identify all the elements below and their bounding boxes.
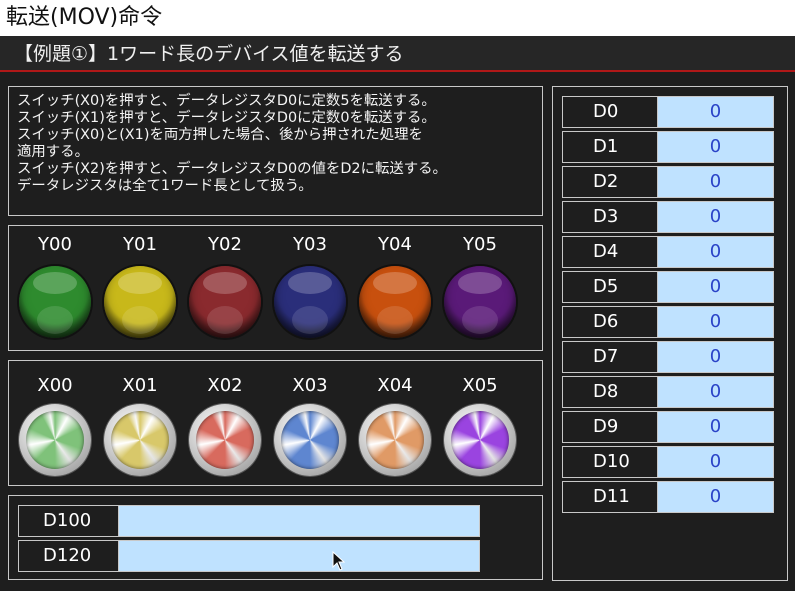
register-name: D0: [563, 97, 658, 127]
switch-x03-label-cell: X03: [272, 375, 348, 397]
example-title: 【例題①】1ワード長のデバイス値を転送する: [0, 36, 795, 72]
device-row-d100: D100: [18, 505, 480, 537]
register-name: D6: [563, 307, 658, 337]
lamp-y05: Y05: [442, 234, 518, 256]
register-name: D2: [563, 167, 658, 197]
switch-x05-button[interactable]: [444, 404, 516, 476]
register-name: D10: [563, 447, 658, 477]
switch-label: X03: [292, 375, 328, 396]
switch-face-icon: [281, 411, 339, 469]
lamp-label: Y00: [38, 234, 72, 255]
lamp-orange-icon: [359, 266, 431, 338]
device-value: [119, 506, 479, 536]
register-name: D5: [563, 272, 658, 302]
switch-x03-button[interactable]: [274, 404, 346, 476]
register-value: 0: [658, 237, 773, 267]
window-title: 転送(MOV)命令: [0, 0, 795, 36]
lamp-label: Y03: [293, 234, 327, 255]
lamp-label: Y05: [463, 234, 497, 255]
register-value: 0: [658, 167, 773, 197]
switch-x00-button[interactable]: [19, 404, 91, 476]
switch-x05-label-cell: X05: [442, 375, 518, 397]
register-name: D3: [563, 202, 658, 232]
switch-x01-label-cell: X01: [102, 375, 178, 397]
switch-label: X01: [122, 375, 158, 396]
lamp-green-icon: [19, 266, 91, 338]
lamp-label: Y04: [378, 234, 412, 255]
switch-label: X05: [462, 375, 498, 396]
description-line: スイッチ(X0)と(X1)を両方押した場合、後から押された処理を: [17, 127, 423, 143]
switch-x04-button[interactable]: [359, 404, 431, 476]
register-row-d7: D7 0: [562, 341, 774, 373]
output-lamp-panel: Y00 Y01 Y02 Y03 Y04 Y05: [8, 225, 543, 351]
device-value-panel: D100 D120: [8, 495, 543, 580]
switch-face-icon: [26, 411, 84, 469]
data-register-panel: D0 0 D1 0 D2 0 D3 0 D4 0 D5 0 D6 0 D7 0 D8 0 D9 0 …: [552, 86, 788, 581]
register-row-d0: D0 0: [562, 96, 774, 128]
register-name: D11: [563, 482, 658, 512]
register-row-d9: D9 0: [562, 411, 774, 443]
register-row-d8: D8 0: [562, 376, 774, 408]
description-line: 適用する。: [17, 144, 89, 160]
register-value: 0: [658, 412, 773, 442]
register-value: 0: [658, 342, 773, 372]
register-value: 0: [658, 132, 773, 162]
mouse-pointer-icon: [332, 551, 346, 571]
switch-label: X04: [377, 375, 413, 396]
register-name: D4: [563, 237, 658, 267]
description-panel: スイッチ(X0)を押すと、データレジスタD0に定数5を転送する。 スイッチ(X1…: [8, 86, 543, 216]
lamp-label: Y01: [123, 234, 157, 255]
lamp-y03: Y03: [272, 234, 348, 256]
lamp-label: Y02: [208, 234, 242, 255]
switch-label: X02: [207, 375, 243, 396]
register-row-d4: D4 0: [562, 236, 774, 268]
register-name: D7: [563, 342, 658, 372]
lamp-y00: Y00: [17, 234, 93, 256]
switch-x02-label-cell: X02: [187, 375, 263, 397]
register-row-d6: D6 0: [562, 306, 774, 338]
lamp-purple-icon: [444, 266, 516, 338]
description-line: スイッチ(X0)を押すと、データレジスタD0に定数5を転送する。: [17, 93, 436, 109]
description-line: データレジスタは全て1ワード長として扱う。: [17, 178, 313, 194]
switch-face-icon: [111, 411, 169, 469]
switch-label: X00: [37, 375, 73, 396]
switch-face-icon: [366, 411, 424, 469]
register-row-d2: D2 0: [562, 166, 774, 198]
register-value: 0: [658, 202, 773, 232]
register-row-d10: D10 0: [562, 446, 774, 478]
switch-face-icon: [196, 411, 254, 469]
register-name: D8: [563, 377, 658, 407]
register-value: 0: [658, 272, 773, 302]
register-row-d11: D11 0: [562, 481, 774, 513]
register-value: 0: [658, 482, 773, 512]
input-switch-panel: X00 X01 X02 X03 X04 X05: [8, 360, 543, 486]
register-value: 0: [658, 377, 773, 407]
device-name: D100: [19, 506, 119, 536]
device-value: [119, 541, 479, 571]
switch-x01-button[interactable]: [104, 404, 176, 476]
register-row-d3: D3 0: [562, 201, 774, 233]
lamp-yellow-icon: [104, 266, 176, 338]
lamp-red-icon: [189, 266, 261, 338]
lamp-y04: Y04: [357, 234, 433, 256]
device-row-d120: D120: [18, 540, 480, 572]
lamp-y02: Y02: [187, 234, 263, 256]
register-name: D9: [563, 412, 658, 442]
switch-face-icon: [451, 411, 509, 469]
register-value: 0: [658, 307, 773, 337]
device-name: D120: [19, 541, 119, 571]
switch-x04-label-cell: X04: [357, 375, 433, 397]
description-line: スイッチ(X2)を押すと、データレジスタD0の値をD2に転送する。: [17, 161, 447, 177]
register-value: 0: [658, 97, 773, 127]
description-line: スイッチ(X1)を押すと、データレジスタD0に定数0を転送する。: [17, 110, 436, 126]
switch-x00-label-cell: X00: [17, 375, 93, 397]
lamp-y01: Y01: [102, 234, 178, 256]
register-name: D1: [563, 132, 658, 162]
lamp-blue-icon: [274, 266, 346, 338]
register-row-d1: D1 0: [562, 131, 774, 163]
register-row-d5: D5 0: [562, 271, 774, 303]
register-value: 0: [658, 447, 773, 477]
switch-x02-button[interactable]: [189, 404, 261, 476]
